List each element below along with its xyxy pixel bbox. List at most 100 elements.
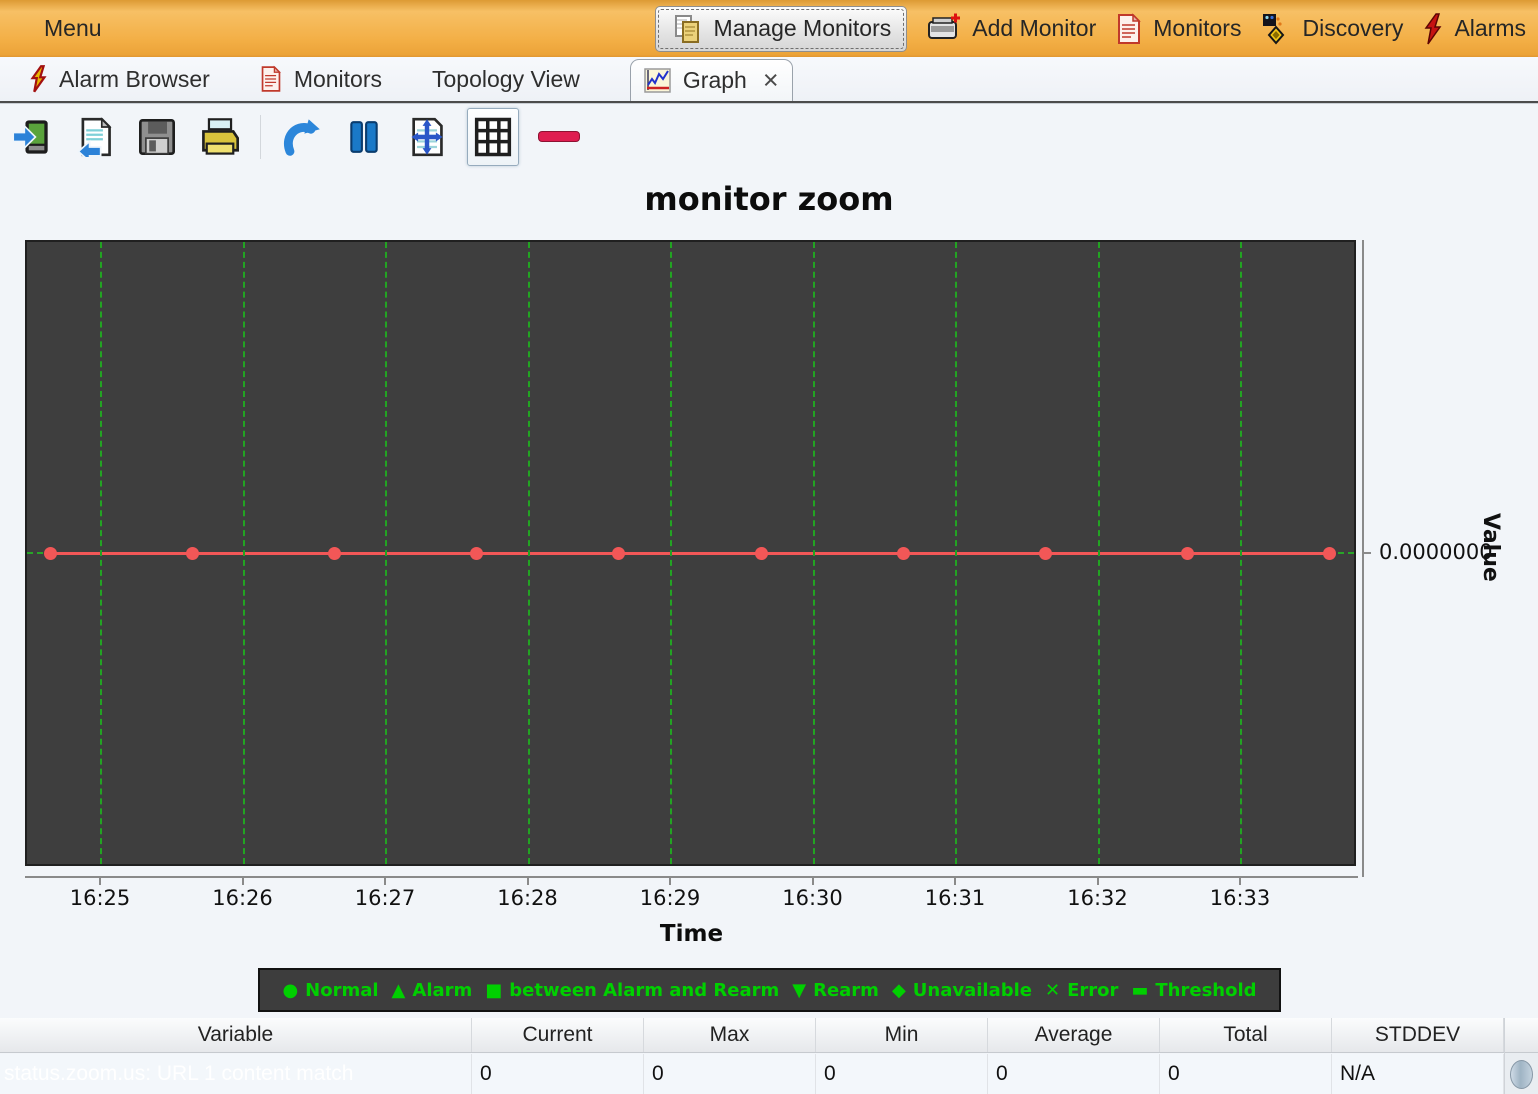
vertical-gridline xyxy=(955,242,957,864)
print-button[interactable] xyxy=(197,112,243,162)
x-tick-label: 16:30 xyxy=(763,886,863,910)
x-axis-tick xyxy=(954,878,956,885)
tab-monitors[interactable]: Monitors xyxy=(260,65,382,93)
stats-table-header: VariableCurrentMaxMinAverageTotalSTDDEV xyxy=(0,1018,1504,1053)
pause-button[interactable] xyxy=(341,112,387,162)
vertical-gridline xyxy=(243,242,245,864)
legend-item: ▼Rearm xyxy=(792,980,879,1001)
data-point-marker xyxy=(897,547,910,560)
value-cell: 0 xyxy=(816,1054,988,1094)
legend-label: Unavailable xyxy=(913,980,1032,1001)
column-header-current[interactable]: Current xyxy=(472,1018,644,1052)
y-axis-tick xyxy=(1364,552,1371,554)
table-scrollbar[interactable] xyxy=(1504,1018,1538,1094)
x-axis-tick xyxy=(812,878,814,885)
legend-symbol: ● xyxy=(282,980,298,1001)
column-header-max[interactable]: Max xyxy=(644,1018,816,1052)
x-tick-label: 16:27 xyxy=(335,886,435,910)
scrollbar-thumb[interactable] xyxy=(1510,1060,1533,1089)
tab-monitors-label: Monitors xyxy=(294,66,382,93)
x-axis-title: Time xyxy=(25,921,1358,947)
close-tab-icon[interactable]: × xyxy=(763,67,779,94)
discovery-label: Discovery xyxy=(1302,15,1403,42)
export-device-icon xyxy=(11,117,51,157)
menu-button[interactable]: Menu xyxy=(44,15,102,42)
grid-toggle-button[interactable] xyxy=(467,108,519,166)
vertical-gridline xyxy=(1240,242,1242,864)
copy-documents-icon xyxy=(671,13,703,45)
data-point-marker xyxy=(328,547,341,560)
tab-graph-label: Graph xyxy=(683,67,747,94)
redo-button[interactable] xyxy=(278,112,324,162)
vertical-gridline xyxy=(528,242,530,864)
legend-label: Alarm xyxy=(412,980,472,1001)
legend-item: ● Normal xyxy=(282,980,378,1001)
column-header-average[interactable]: Average xyxy=(988,1018,1160,1052)
legend-item: ◆Unavailable xyxy=(892,980,1032,1001)
x-axis-tick xyxy=(384,878,386,885)
column-header-total[interactable]: Total xyxy=(1160,1018,1332,1052)
x-tick-label: 16:25 xyxy=(50,886,150,910)
value-cell: 0 xyxy=(472,1054,644,1094)
column-header-variable[interactable]: Variable xyxy=(0,1018,472,1052)
x-tick-label: 16:29 xyxy=(620,886,720,910)
discovery-button[interactable]: Discovery xyxy=(1261,13,1403,45)
value-cell: 0 xyxy=(988,1054,1160,1094)
legend-label: Normal xyxy=(305,980,378,1001)
add-monitor-button[interactable]: Add Monitor xyxy=(927,13,1096,45)
value-cell: 0 xyxy=(644,1054,816,1094)
discovery-icon xyxy=(1261,13,1291,45)
y-tick-label: 0.0000000 xyxy=(1379,540,1493,564)
graph-chart-icon xyxy=(644,68,671,93)
monitor-list-icon xyxy=(260,65,282,93)
fit-page-button[interactable] xyxy=(404,112,450,162)
legend-symbol: ✕ xyxy=(1045,980,1060,1001)
x-axis-tick xyxy=(242,878,244,885)
legend-item: ▲Alarm xyxy=(392,980,473,1001)
monitors-menu-button[interactable]: Monitors xyxy=(1116,13,1241,45)
x-tick-label: 16:26 xyxy=(193,886,293,910)
data-point-marker xyxy=(1323,547,1336,560)
tab-graph[interactable]: Graph × xyxy=(630,59,793,101)
monitor-list-icon xyxy=(1116,13,1142,45)
legend-item: ■between Alarm and Rearm xyxy=(485,980,779,1001)
tab-bar: Alarm Browser Monitors Topology View Gra… xyxy=(0,57,1538,103)
vertical-gridline xyxy=(813,242,815,864)
manage-monitors-button[interactable]: Manage Monitors xyxy=(655,6,908,52)
legend-item: ▬Threshold xyxy=(1131,980,1256,1001)
y-axis-line xyxy=(1362,240,1364,877)
alarms-button[interactable]: Alarms xyxy=(1423,13,1526,45)
stats-table-row[interactable]: status.zoom.us: URL 1 content match00000… xyxy=(0,1054,1504,1094)
alarm-bolt-icon xyxy=(1423,13,1443,45)
tab-alarm-browser[interactable]: Alarm Browser xyxy=(30,65,210,93)
x-tick-label: 16:32 xyxy=(1048,886,1148,910)
import-document-button[interactable] xyxy=(71,112,117,162)
save-icon xyxy=(137,117,177,157)
chart-legend: ● Normal ▲Alarm ■between Alarm and Rearm ▼Re… xyxy=(258,968,1281,1012)
y-axis-title: Value xyxy=(1478,513,1503,582)
save-button[interactable] xyxy=(134,112,180,162)
menubar-actions: Manage Monitors Add Monitor xyxy=(655,6,1538,52)
value-cell: 0 xyxy=(1160,1054,1332,1094)
legend-symbol: ▬ xyxy=(1131,980,1148,1001)
tab-topology-view[interactable]: Topology View xyxy=(432,66,580,93)
export-device-button[interactable] xyxy=(8,112,54,162)
column-header-min[interactable]: Min xyxy=(816,1018,988,1052)
data-point-marker xyxy=(44,547,57,560)
x-tick-label: 16:31 xyxy=(905,886,1005,910)
vertical-gridline xyxy=(100,242,102,864)
x-axis-tick xyxy=(1239,878,1241,885)
data-point-marker xyxy=(470,547,483,560)
print-icon xyxy=(199,117,241,157)
x-tick-label: 16:33 xyxy=(1190,886,1290,910)
vertical-gridline xyxy=(385,242,387,864)
legend-label: Error xyxy=(1067,980,1118,1001)
redo-icon xyxy=(280,117,322,157)
vertical-gridline xyxy=(1098,242,1100,864)
legend-label: between Alarm and Rearm xyxy=(509,980,779,1001)
toolbar-separator xyxy=(260,115,261,159)
column-header-stddev[interactable]: STDDEV xyxy=(1332,1018,1504,1052)
pause-icon xyxy=(345,117,383,157)
vertical-gridline xyxy=(670,242,672,864)
threshold-toggle-button[interactable] xyxy=(536,112,582,162)
